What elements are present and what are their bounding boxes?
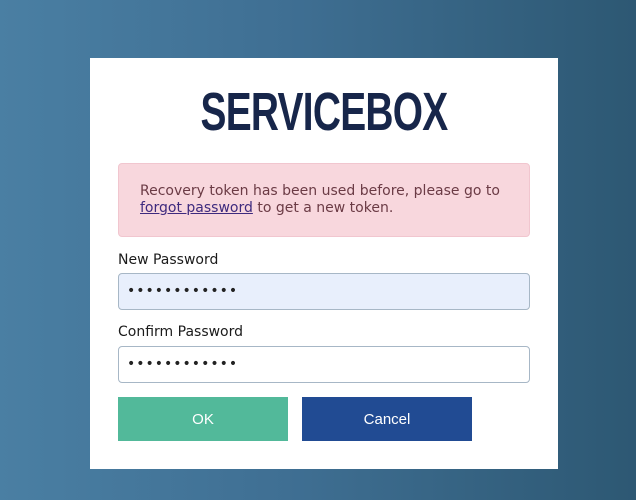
ok-button[interactable]: OK <box>118 397 288 441</box>
alert-message-start: Recovery token has been used before, ple… <box>140 183 500 199</box>
error-alert: Recovery token has been used before, ple… <box>118 163 530 237</box>
forgot-password-link[interactable]: forgot password <box>140 200 253 216</box>
new-password-label: New Password <box>118 252 219 268</box>
alert-message-end: to get a new token. <box>252 200 394 216</box>
cancel-button[interactable]: Cancel <box>302 397 472 441</box>
confirm-password-field[interactable]: •••••••••••• <box>118 346 530 383</box>
confirm-password-label: Confirm Password <box>118 324 244 340</box>
new-password-field[interactable]: •••••••••••• <box>118 273 530 310</box>
servicebox-logo: SERVICEBOX <box>200 82 448 142</box>
reset-password-card: SERVICEBOX Recovery token has been used … <box>90 58 558 469</box>
